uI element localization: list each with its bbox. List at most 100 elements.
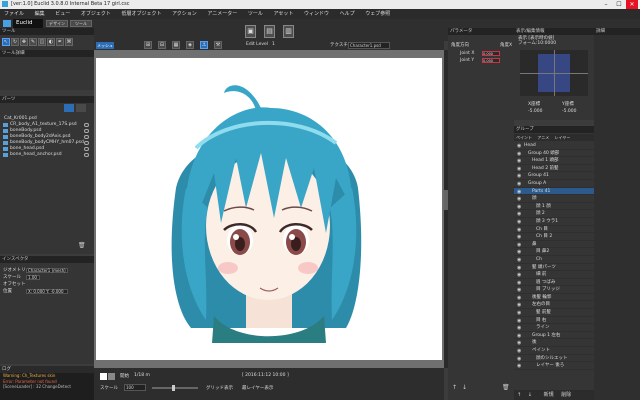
layer-row[interactable]: ◉ 目 ブリッジ	[514, 286, 594, 294]
mesh-edit-icon[interactable]: ⊟	[158, 41, 166, 49]
trash-icon[interactable]: 🗑	[502, 384, 510, 392]
mesh-mode-button[interactable]: メッシュ	[96, 42, 114, 49]
menu-object[interactable]: オブジェクト	[81, 11, 111, 17]
mask-tool-icon[interactable]: ◐	[47, 38, 55, 46]
layer-row[interactable]: ◉ Ch 目 2	[514, 233, 594, 241]
layer-row[interactable]: ◉ 目 鼻2	[514, 248, 594, 256]
maximize-button[interactable]: ☐	[613, 0, 625, 9]
parts-item[interactable]: bone_head_anchor.psd	[2, 152, 92, 158]
view-option-2[interactable]: 最レイヤー表示	[242, 385, 273, 391]
layer-row[interactable]: ◉ 細 前	[514, 271, 594, 279]
layer-row[interactable]: ◉ 左右の目	[514, 301, 594, 310]
menu-view[interactable]: ビュー	[55, 11, 70, 17]
geometry-select[interactable]: Character1 (mesh)	[26, 268, 68, 273]
parameter-row[interactable]: Joint X 0.000	[448, 50, 514, 57]
menu-web[interactable]: ウェブ参照	[365, 11, 390, 17]
layer-row[interactable]: ◉ Head	[514, 142, 594, 150]
texture-select[interactable]: Character1.psd	[348, 42, 390, 49]
view-option-1[interactable]: グリッド表示	[206, 385, 233, 391]
minimize-button[interactable]: –	[600, 0, 612, 9]
edit-level-value[interactable]: 1	[272, 42, 275, 47]
layer-row[interactable]: ◉ 目 右	[514, 317, 594, 325]
delete-layer-button[interactable]: 削除	[561, 392, 571, 398]
layer-up-icon[interactable]: ↑	[517, 392, 521, 398]
scale-slider[interactable]	[152, 387, 198, 389]
visibility-toggle-icon[interactable]	[84, 129, 89, 133]
mode-design-button[interactable]: デザイン	[46, 20, 68, 27]
layer-row[interactable]: ◉ 後髪 輪郭	[514, 294, 594, 302]
menu-animator[interactable]: アニメーター	[207, 11, 237, 17]
close-button[interactable]: ✕	[626, 0, 638, 9]
warp-tool-icon[interactable]: ⌘	[65, 38, 73, 46]
menu-tool[interactable]: ツール	[248, 11, 263, 17]
select-tool-icon[interactable]: ↖	[2, 38, 10, 46]
visibility-toggle-icon[interactable]	[84, 141, 89, 145]
menu-file[interactable]: ファイル	[4, 11, 24, 17]
layer-row[interactable]: ◉ Group 40 頭部	[514, 150, 594, 158]
layer-row[interactable]: ◉ 顔 2	[514, 210, 594, 218]
eye-icon[interactable]: ◉	[517, 363, 521, 371]
trash-icon[interactable]: 🗑	[78, 242, 86, 250]
layer-row[interactable]: ◉ 眉 つばみ	[514, 279, 594, 287]
keyform-grid[interactable]	[520, 50, 588, 96]
visibility-toggle-icon[interactable]	[84, 135, 89, 139]
menu-help[interactable]: ヘルプ	[340, 11, 355, 17]
layer-row[interactable]: ◉ 顔のシルエット	[514, 355, 594, 363]
layer-row[interactable]: ◉ Parts 41	[514, 187, 594, 196]
rotate-tool-icon[interactable]: ↻	[11, 38, 19, 46]
visibility-toggle-icon[interactable]	[84, 153, 89, 157]
position-input[interactable]: X: 0.000 Y: -0.000	[26, 289, 68, 294]
grid-icon[interactable]: ▦	[172, 41, 180, 49]
parameter-row[interactable]: Joint Y 0.000	[448, 57, 514, 64]
menu-edit[interactable]: 編集	[35, 11, 45, 17]
layer-row[interactable]: ◉ Group 41	[514, 172, 594, 180]
eraser-tool-icon[interactable]: ◫	[38, 38, 46, 46]
menu-asset[interactable]: アセット	[274, 11, 294, 17]
menu-action[interactable]: アクション	[172, 11, 197, 17]
layer-down-icon[interactable]: ↓	[528, 392, 532, 398]
layer-tab-layer[interactable]: レイヤー	[554, 135, 570, 140]
layer-tab-paint[interactable]: ペイント	[516, 135, 532, 140]
layer-row[interactable]: ◉ 後	[514, 339, 594, 348]
layer-row[interactable]: ◉ Ch	[514, 256, 594, 264]
menu-low-object[interactable]: 低層オブジェクト	[121, 11, 161, 17]
layer-row[interactable]: ◉ 顔	[514, 195, 594, 203]
layer-row[interactable]: ◉ レイヤー 後ろ	[514, 362, 594, 370]
layer-row[interactable]: ◉ Head 1 頭部	[514, 157, 594, 165]
layer-row[interactable]: ◉ ライン	[514, 324, 594, 332]
layer-row[interactable]: ◉ 髪 前髪	[514, 309, 594, 317]
layer-tab-anime[interactable]: アニメ	[537, 135, 549, 140]
move-up-icon[interactable]: ↑	[452, 384, 460, 392]
layer-row[interactable]: ◉ Head 2 前髪	[514, 165, 594, 173]
layer-row[interactable]: ◉ Group A	[514, 180, 594, 188]
deform-icon[interactable]: ◈	[186, 41, 194, 49]
canvas-paper[interactable]	[96, 58, 442, 360]
pen-tool-icon[interactable]: ✒	[56, 38, 64, 46]
keyform-y-value[interactable]: -5.000	[562, 109, 577, 114]
parameter-subtab[interactable]: 角度X	[500, 42, 512, 48]
scale-input[interactable]: 1.00	[26, 275, 40, 280]
layer-row[interactable]: ◉ 顔 1 顔	[514, 203, 594, 211]
scale-slider-handle[interactable]	[172, 385, 175, 391]
layer-row[interactable]: ◉ 髪 頭パーツ	[514, 264, 594, 272]
menu-window[interactable]: ウィンドウ	[304, 11, 329, 17]
layer-row[interactable]: ◉ ペイント	[514, 347, 594, 355]
foreground-color-swatch[interactable]	[100, 373, 107, 380]
brush-tool-icon[interactable]: ✎	[29, 38, 37, 46]
save-icon[interactable]: ▤	[264, 25, 275, 38]
transform-icon[interactable]: ⊞	[144, 41, 152, 49]
anchor-icon[interactable]: ⚓	[200, 41, 208, 49]
scale-input[interactable]: 100	[124, 384, 146, 391]
pan-tool-icon[interactable]: ✥	[20, 38, 28, 46]
mode-tool-button[interactable]: ツール	[70, 20, 92, 27]
parts-view-toggle-icon[interactable]	[64, 104, 74, 112]
new-layer-button[interactable]: 新規	[544, 392, 554, 398]
visibility-toggle-icon[interactable]	[84, 123, 89, 127]
move-down-icon[interactable]: ↓	[462, 384, 470, 392]
layer-row[interactable]: ◉ 顔 3 ウラ1	[514, 218, 594, 226]
keyform-x-value[interactable]: -5.000	[528, 109, 543, 114]
parameter-tab[interactable]: 角度方向	[451, 42, 469, 48]
layer-row[interactable]: ◉ Ch 目	[514, 226, 594, 234]
layer-row[interactable]: ◉ Group 1 左右	[514, 332, 594, 340]
bone-icon[interactable]: ⚒	[214, 41, 222, 49]
